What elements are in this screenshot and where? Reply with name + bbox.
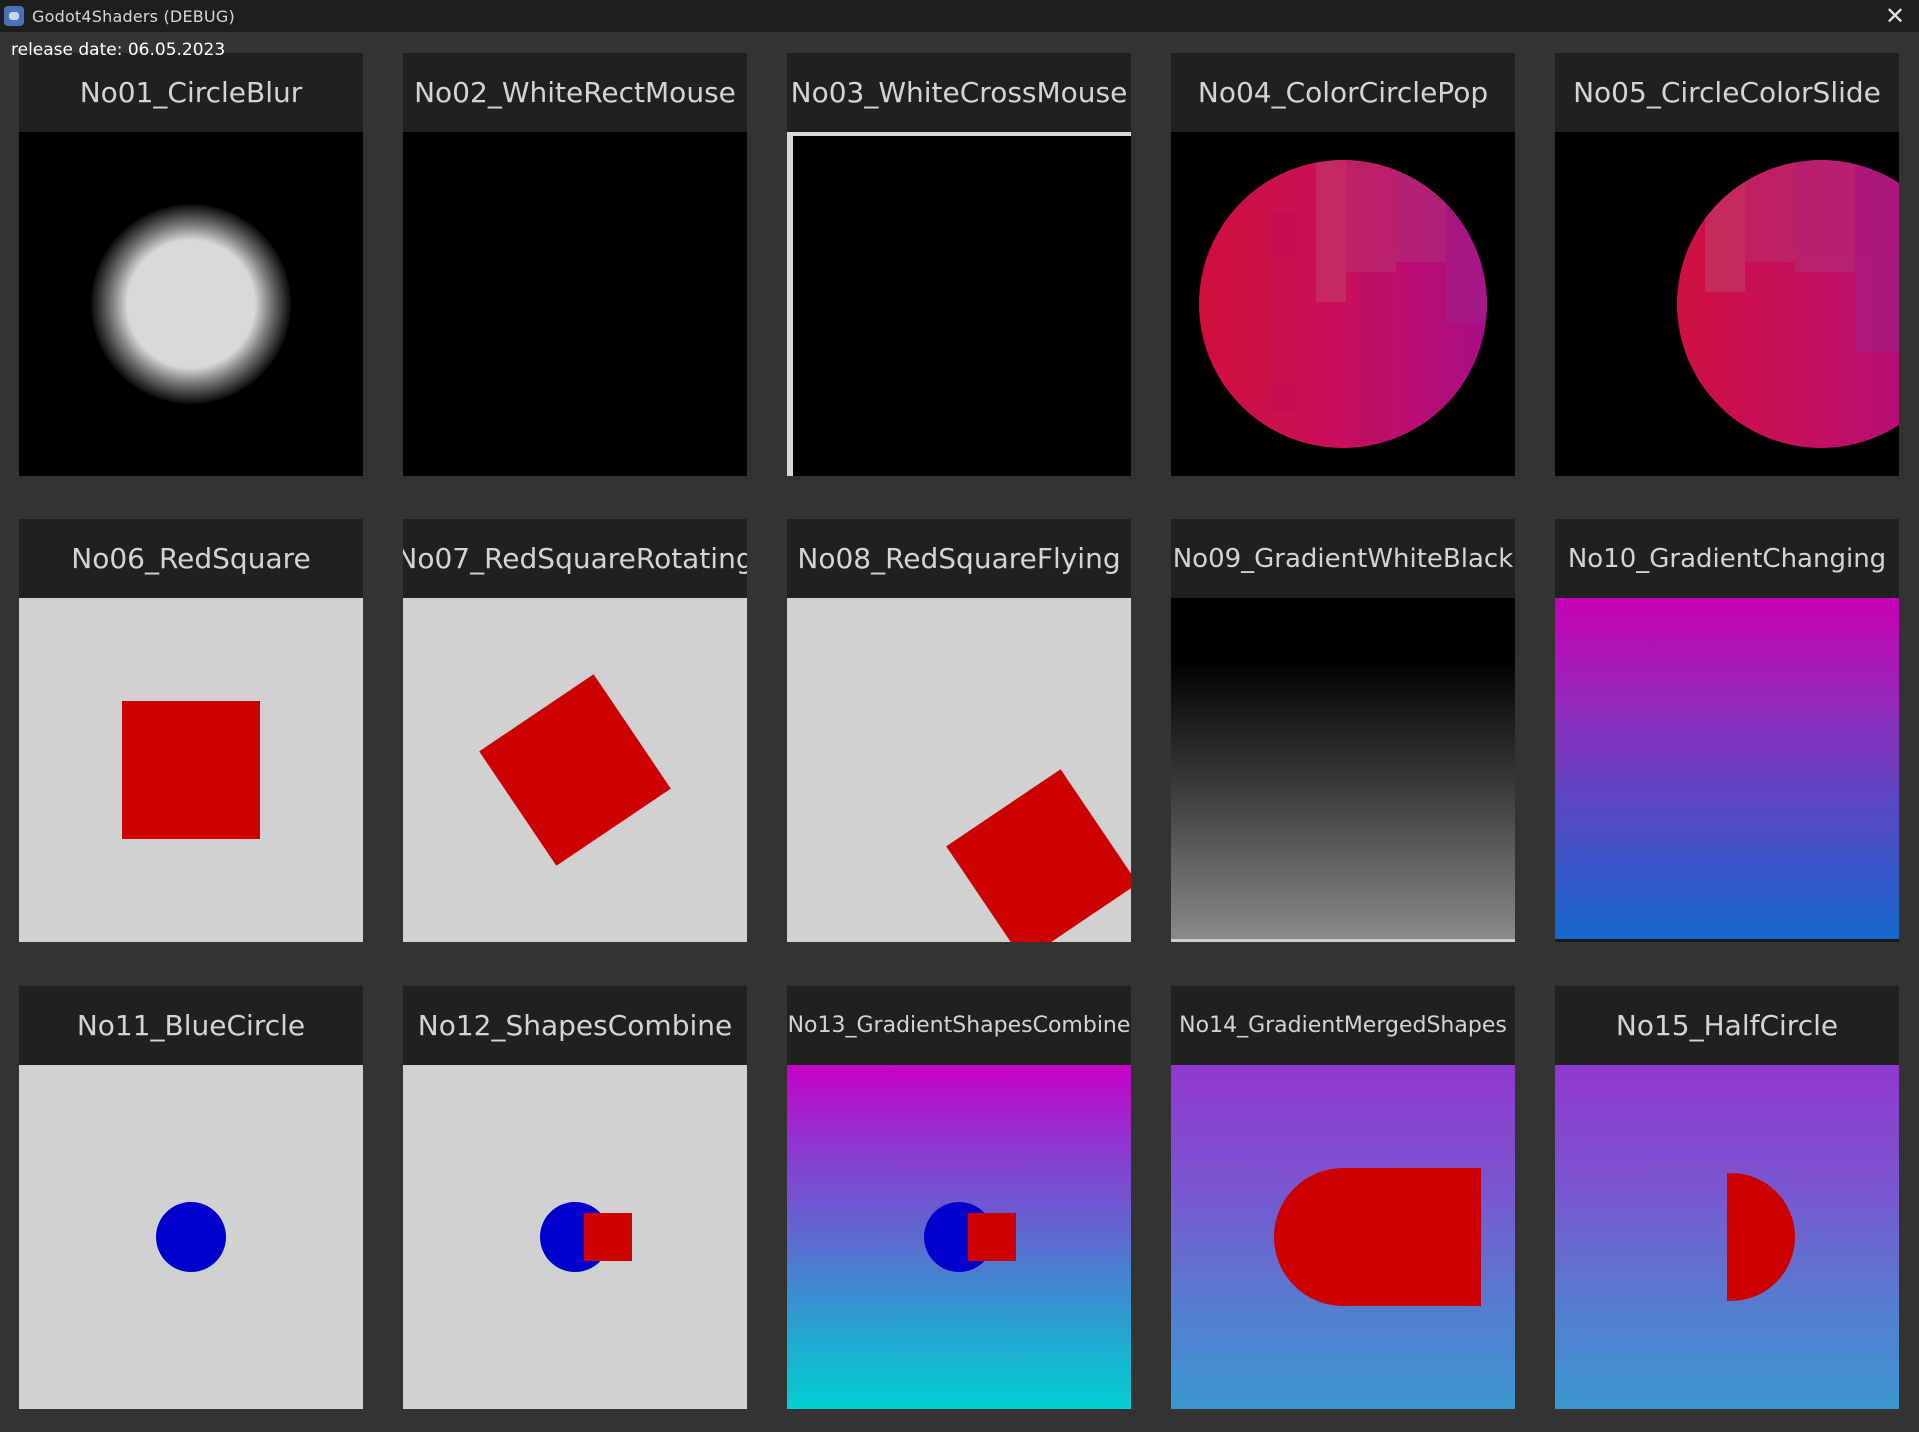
shader-card-12[interactable]: No12_ShapesCombine <box>403 986 747 1409</box>
shader-title: No07_RedSquareRotating <box>403 519 747 598</box>
shader-preview <box>1555 132 1899 476</box>
shader-title: No05_CircleColorSlide <box>1555 53 1899 132</box>
blurred-circle <box>91 204 291 404</box>
blue-circle <box>156 1202 226 1272</box>
release-date-label: release date: 06.05.2023 <box>11 40 226 60</box>
godot-icon <box>4 6 24 26</box>
shader-card-11[interactable]: No11_BlueCircle <box>19 986 363 1409</box>
shader-preview <box>403 1065 747 1409</box>
shader-title: No09_GradientWhiteBlack <box>1171 519 1515 598</box>
shader-card-08[interactable]: No08_RedSquareFlying <box>787 519 1131 942</box>
shader-card-07[interactable]: No07_RedSquareRotating <box>403 519 747 942</box>
shader-title: No06_RedSquare <box>19 519 363 598</box>
shader-card-09[interactable]: No09_GradientWhiteBlack <box>1171 519 1515 942</box>
shader-card-01[interactable]: No01_CircleBlur <box>19 53 363 476</box>
window-title: Godot4Shaders (DEBUG) <box>32 6 235 26</box>
shader-preview <box>1171 1065 1515 1409</box>
shader-card-03[interactable]: No03_WhiteCrossMouse <box>787 53 1131 476</box>
red-square <box>584 1213 632 1261</box>
shader-title: No15_HalfCircle <box>1555 986 1899 1065</box>
shader-card-04[interactable]: No04_ColorCirclePop <box>1171 53 1515 476</box>
shader-card-13[interactable]: No13_GradientShapesCombine <box>787 986 1131 1409</box>
shader-title: No04_ColorCirclePop <box>1171 53 1515 132</box>
half-circle <box>1727 1173 1795 1301</box>
shader-preview <box>19 1065 363 1409</box>
red-square <box>122 701 260 839</box>
shader-title: No03_WhiteCrossMouse <box>787 53 1131 132</box>
color-circle <box>1199 160 1487 448</box>
shader-preview <box>19 598 363 942</box>
merged-shape <box>1274 1168 1481 1306</box>
shader-title: No13_GradientShapesCombine <box>787 986 1131 1065</box>
shader-preview <box>787 132 1131 476</box>
shader-title: No01_CircleBlur <box>19 53 363 132</box>
shader-preview <box>1555 1065 1899 1409</box>
cross-line-vertical <box>787 132 793 476</box>
red-square <box>968 1213 1016 1261</box>
shader-title: No12_ShapesCombine <box>403 986 747 1065</box>
close-button[interactable]: ✕ <box>1871 0 1919 32</box>
color-circle <box>1677 160 1899 448</box>
shader-preview <box>1171 598 1515 942</box>
window-titlebar: Godot4Shaders (DEBUG) ✕ <box>0 0 1919 32</box>
shader-title: No11_BlueCircle <box>19 986 363 1065</box>
shader-preview <box>787 598 1131 942</box>
red-square-rotated <box>479 674 671 866</box>
shader-preview <box>1555 598 1899 942</box>
shader-title: No08_RedSquareFlying <box>787 519 1131 598</box>
shader-card-15[interactable]: No15_HalfCircle <box>1555 986 1899 1409</box>
cross-line-horizontal <box>787 132 1131 136</box>
shader-title: No02_WhiteRectMouse <box>403 53 747 132</box>
shader-preview <box>1171 132 1515 476</box>
shader-card-06[interactable]: No06_RedSquare <box>19 519 363 942</box>
shader-title: No14_GradientMergedShapes <box>1171 986 1515 1065</box>
shader-preview <box>403 598 747 942</box>
shader-card-05[interactable]: No05_CircleColorSlide <box>1555 53 1899 476</box>
shader-title: No10_GradientChanging <box>1555 519 1899 598</box>
shader-preview <box>403 132 747 476</box>
red-square-flying <box>946 769 1131 942</box>
shader-card-10[interactable]: No10_GradientChanging <box>1555 519 1899 942</box>
shader-preview <box>19 132 363 476</box>
shader-card-02[interactable]: No02_WhiteRectMouse <box>403 53 747 476</box>
shader-preview <box>787 1065 1131 1409</box>
shader-card-14[interactable]: No14_GradientMergedShapes <box>1171 986 1515 1409</box>
